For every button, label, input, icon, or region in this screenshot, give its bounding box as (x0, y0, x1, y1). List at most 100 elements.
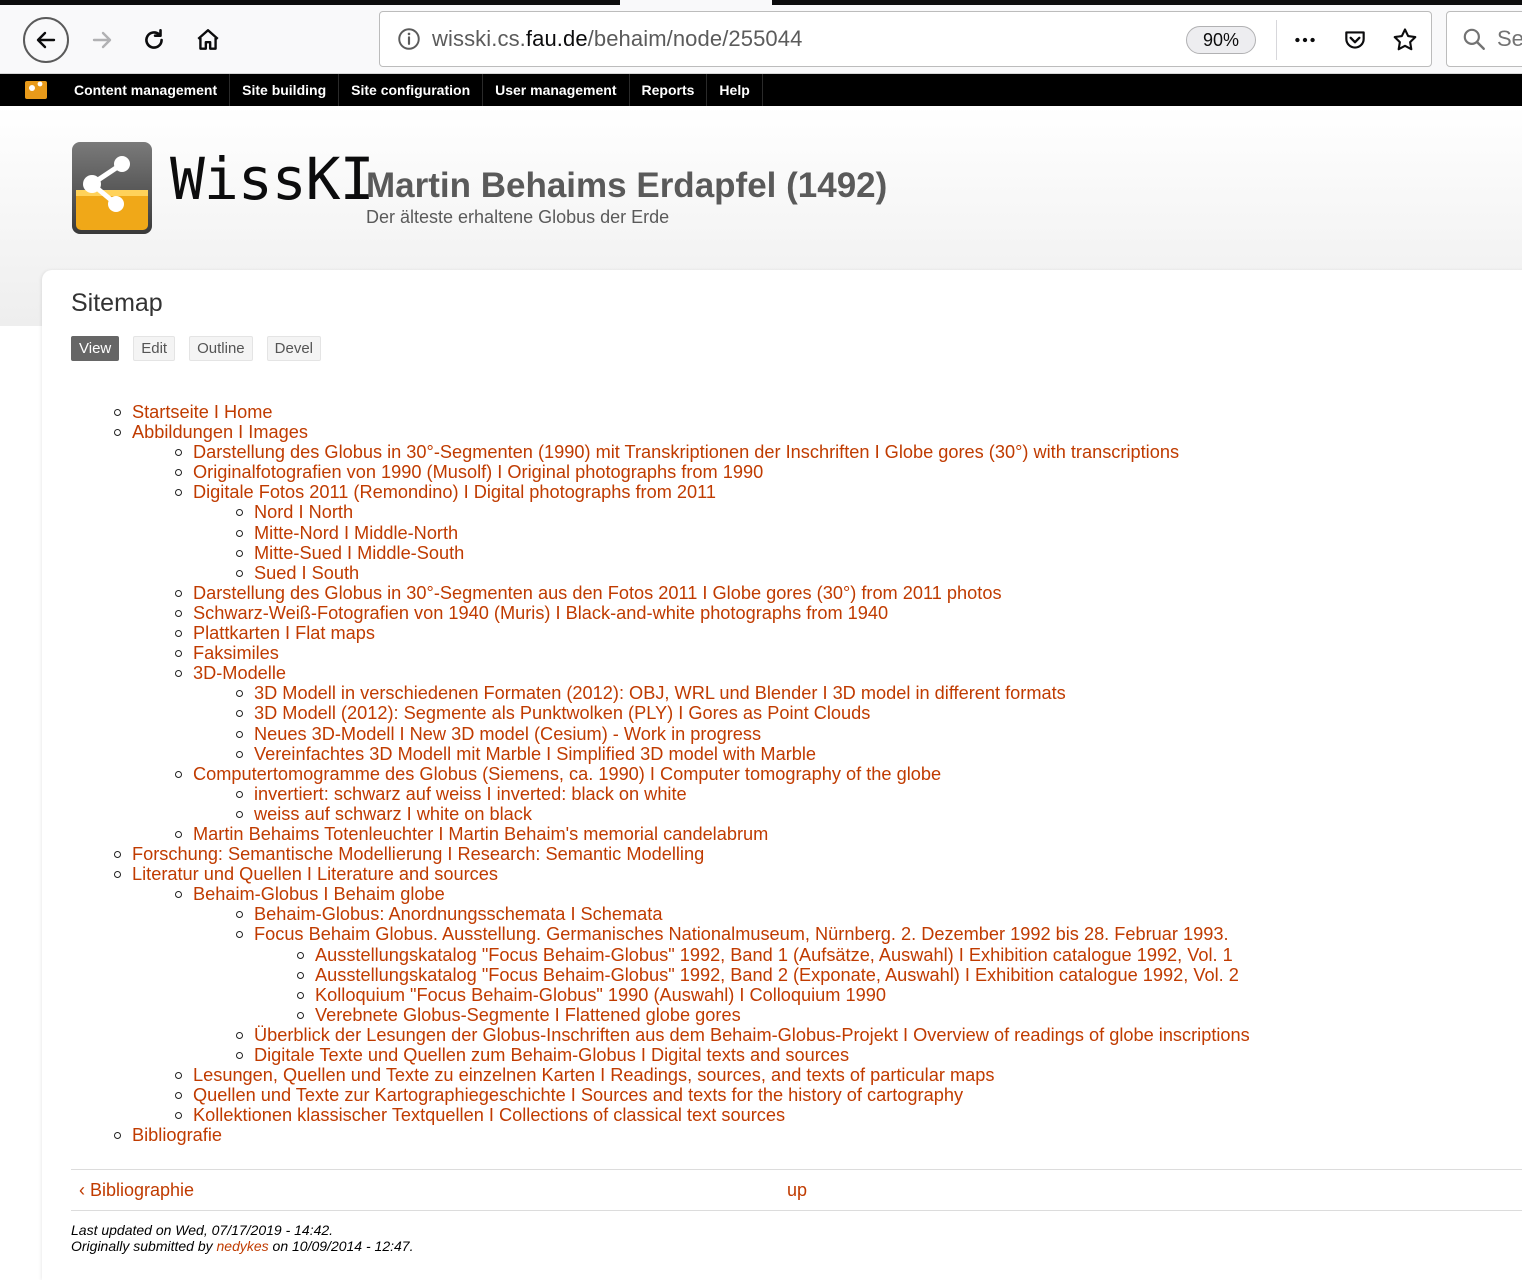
forward-button[interactable] (80, 18, 124, 62)
tab-outline[interactable]: Outline (189, 336, 253, 361)
reload-button[interactable] (132, 18, 176, 62)
book-navigation: ‹ Bibliographie up (71, 1169, 1522, 1211)
search-placeholder: Se (1497, 26, 1522, 51)
tab-view[interactable]: View (71, 336, 120, 361)
sitemap-link[interactable]: Faksimiles (193, 643, 279, 663)
local-tasks-tabs: View Edit Outline Devel (71, 336, 321, 361)
author-link[interactable]: nedykes (217, 1238, 269, 1254)
sitemap-link[interactable]: Focus Behaim Globus. Ausstellung. German… (254, 924, 1229, 944)
sitemap-item: Behaim-Globus I Behaim globe Behaim-Globu… (171, 884, 1510, 1065)
sitemap-link[interactable]: 3D Modell (2012): Segmente als Punktwolk… (254, 703, 870, 723)
zoom-level-badge[interactable]: 90% (1186, 26, 1256, 54)
page-title: Sitemap (71, 289, 163, 317)
sitemap-link[interactable]: Quellen und Texte zur Kartographiegeschi… (193, 1085, 963, 1105)
sitemap-link[interactable]: Martin Behaims Totenleuchter I Martin Be… (193, 824, 768, 844)
sitemap-link[interactable]: Plattkarten I Flat maps (193, 623, 375, 643)
sitemap-link[interactable]: Behaim-Globus I Behaim globe (193, 884, 445, 904)
sitemap-item: Neues 3D-Modell I New 3D model (Cesium) … (232, 724, 1510, 744)
book-up-link[interactable]: up (787, 1180, 807, 1201)
home-button[interactable] (186, 18, 230, 62)
sitemap-item: Verebnete Globus-Segmente I Flattened gl… (293, 1005, 1510, 1025)
sitemap-link[interactable]: 3D-Modelle (193, 663, 286, 683)
sitemap-link[interactable]: Darstellung des Globus in 30°-Segmenten … (193, 442, 1179, 462)
sitemap-item: 3D Modell (2012): Segmente als Punktwolk… (232, 703, 1510, 723)
sitemap-link[interactable]: invertiert: schwarz auf weiss I inverted… (254, 784, 687, 804)
admin-item-user-management[interactable]: User management (483, 74, 630, 106)
sitemap-link[interactable]: Überblick der Lesungen der Globus-Inschr… (254, 1025, 1250, 1045)
sitemap-link[interactable]: Schwarz-Weiß-Fotografien von 1940 (Muris… (193, 603, 888, 623)
page-actions-icon[interactable] (1288, 23, 1322, 57)
sitemap-item: Forschung: Semantische Modellierung I Re… (110, 844, 1510, 864)
site-name[interactable]: Martin Behaims Erdapfel (1492) (366, 168, 887, 203)
sitemap-item: Bibliografie (110, 1125, 1510, 1145)
sitemap-link[interactable]: Kolloquium "Focus Behaim-Globus" 1990 (A… (315, 985, 886, 1005)
drupal-admin-logo-icon[interactable] (24, 78, 48, 100)
sitemap-list: Nord I North Mitte-Nord I Middle-North Mit… (193, 502, 1510, 583)
sitemap-link[interactable]: Startseite I Home (132, 402, 273, 422)
sitemap-item: Kollektionen klassischer Textquellen I C… (171, 1105, 1510, 1125)
sitemap-item: Behaim-Globus: Anordnungsschemata I Sche… (232, 904, 1510, 924)
admin-item-content-management[interactable]: Content management (62, 74, 231, 106)
sitemap-link[interactable]: Vereinfachtes 3D Modell mit Marble I Sim… (254, 744, 816, 764)
sitemap-link[interactable]: Behaim-Globus: Anordnungsschemata I Sche… (254, 904, 662, 924)
sitemap-tree: Startseite I Home Abbildungen I Images Dar… (110, 402, 1510, 1145)
sitemap-item: Quellen und Texte zur Kartographiegeschi… (171, 1085, 1510, 1105)
back-button[interactable] (23, 17, 69, 63)
sitemap-link[interactable]: Verebnete Globus-Segmente I Flattened gl… (315, 1005, 741, 1025)
last-updated-text: Last updated on Wed, 07/17/2019 - 14:42. (71, 1222, 334, 1238)
url-prefix: wisski.cs. (432, 26, 526, 51)
admin-item-help[interactable]: Help (707, 74, 763, 106)
book-prev-link[interactable]: ‹ Bibliographie (79, 1180, 194, 1201)
address-bar[interactable]: wisski.cs.fau.de/behaim/node/255044 90% (379, 11, 1432, 67)
submitted-by-line: Originally submitted by nedykes on 10/09… (71, 1238, 413, 1254)
sitemap-item: Computertomogramme des Globus (Siemens, … (171, 764, 1510, 824)
sitemap-list: 3D Modell in verschiedenen Formaten (201… (193, 683, 1510, 764)
sitemap-link[interactable]: Literatur und Quellen I Literature and s… (132, 864, 498, 884)
sitemap-link[interactable]: Kollektionen klassischer Textquellen I C… (193, 1105, 785, 1125)
home-icon (197, 29, 219, 50)
tab-edit[interactable]: Edit (133, 336, 176, 361)
sitemap-link[interactable]: Ausstellungskatalog "Focus Behaim-Globus… (315, 945, 1233, 965)
sitemap-link[interactable]: weiss auf schwarz I white on black (254, 804, 532, 824)
sitemap-link[interactable]: Bibliografie (132, 1125, 222, 1145)
sitemap-link[interactable]: Darstellung des Globus in 30°-Segmenten … (193, 583, 1002, 603)
sitemap-item: Darstellung des Globus in 30°-Segmenten … (171, 583, 1510, 603)
sitemap-item: Faksimiles (171, 643, 1510, 663)
sitemap-link[interactable]: Originalfotografien von 1990 (Musolf) I … (193, 462, 763, 482)
tab-strip (0, 0, 1522, 5)
sitemap-item: 3D Modell in verschiedenen Formaten (201… (232, 683, 1510, 703)
sitemap-link[interactable]: Forschung: Semantische Modellierung I Re… (132, 844, 704, 864)
sitemap-link[interactable]: Mitte-Nord I Middle-North (254, 523, 458, 543)
tab-devel[interactable]: Devel (266, 336, 321, 361)
pocket-icon[interactable] (1338, 23, 1372, 57)
url-path: /behaim/node/255044 (587, 26, 803, 51)
admin-item-site-configuration[interactable]: Site configuration (339, 74, 484, 106)
sitemap-link[interactable]: Sued I South (254, 563, 359, 583)
url-text[interactable]: wisski.cs.fau.de/behaim/node/255044 (432, 26, 802, 52)
wisski-logo-icon[interactable] (70, 140, 154, 236)
sitemap-item: Startseite I Home (110, 402, 1510, 422)
sitemap-link[interactable]: 3D Modell in verschiedenen Formaten (201… (254, 683, 1066, 703)
sitemap-link[interactable]: Neues 3D-Modell I New 3D model (Cesium) … (254, 724, 761, 744)
admin-item-site-building[interactable]: Site building (230, 74, 340, 106)
sitemap-link[interactable]: Digitale Fotos 2011 (Remondino) I Digita… (193, 482, 716, 502)
admin-item-reports[interactable]: Reports (630, 74, 708, 106)
sitemap-item: Sued I South (232, 563, 1510, 583)
bookmark-star-icon[interactable] (1388, 23, 1422, 57)
sitemap-link[interactable]: Digitale Texte und Quellen zum Behaim-Gl… (254, 1045, 849, 1065)
sitemap-link[interactable]: Computertomogramme des Globus (Siemens, … (193, 764, 941, 784)
sitemap-link[interactable]: Nord I North (254, 502, 353, 522)
sitemap-link[interactable]: Mitte-Sued I Middle-South (254, 543, 464, 563)
site-wordmark[interactable]: WissKI (170, 150, 375, 208)
info-icon[interactable] (396, 26, 422, 57)
sitemap-link[interactable]: Lesungen, Quellen und Texte zu einzelnen… (193, 1065, 994, 1085)
arrow-left-icon (36, 31, 56, 49)
browser-toolbar: wisski.cs.fau.de/behaim/node/255044 90% (0, 0, 1522, 74)
search-input[interactable]: Se (1446, 11, 1522, 67)
sitemap-link[interactable]: Ausstellungskatalog "Focus Behaim-Globus… (315, 965, 1239, 985)
sitemap-link[interactable]: Abbildungen I Images (132, 422, 308, 442)
active-browser-tab[interactable] (620, 0, 772, 5)
sitemap-item: Abbildungen I Images Darstellung des Glob… (110, 422, 1510, 844)
sitemap-item: Überblick der Lesungen der Globus-Inschr… (232, 1025, 1510, 1045)
sitemap-list: Behaim-Globus I Behaim globe Behaim-Globu… (132, 884, 1510, 1125)
